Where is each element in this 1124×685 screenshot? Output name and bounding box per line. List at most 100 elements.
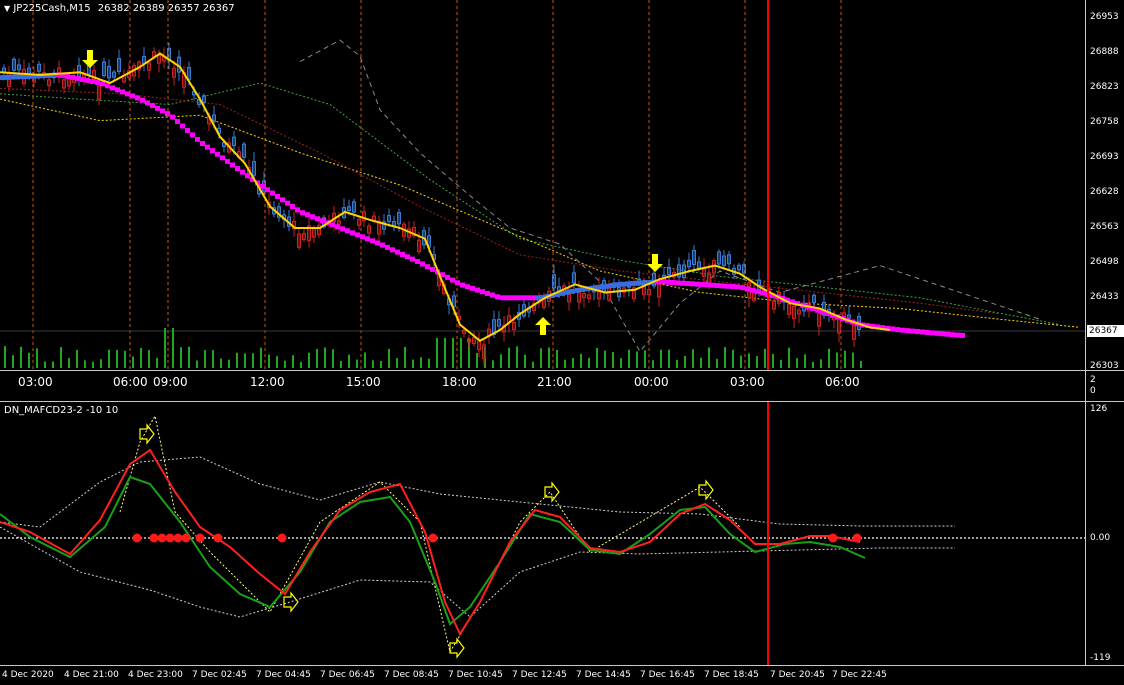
slow-ma-dot	[280, 197, 285, 203]
chart-title: ▼ JP225Cash,M15 26382 26389 26357 26367	[4, 3, 235, 14]
volume-bar	[820, 359, 822, 368]
volume-bar	[172, 328, 174, 368]
price-chart-canvas[interactable]	[0, 0, 1085, 370]
slow-ma-dot	[470, 285, 475, 291]
cross-dot	[165, 533, 175, 543]
volume-bar	[420, 357, 422, 368]
up-arrow-icon	[535, 317, 551, 335]
slow-ma-dot	[510, 295, 515, 301]
indicator-axis[interactable]: 126 0.00 -119	[1085, 402, 1124, 665]
slow-ma-dot	[200, 141, 205, 147]
volume-bar	[84, 360, 86, 368]
slow-ma-dot	[505, 295, 510, 301]
slow-ma-dot	[190, 132, 195, 138]
slow-ma-dot	[245, 173, 250, 179]
volume-bar	[204, 350, 206, 368]
volume-bar	[36, 348, 38, 368]
slow-ma-dot	[600, 284, 605, 290]
volume-bar	[660, 349, 662, 368]
volume-bar	[404, 346, 406, 368]
time-label: 18:00	[442, 375, 477, 389]
slow-ma-dot	[750, 287, 755, 293]
slow-ma-dot	[370, 238, 375, 244]
slow-ma-dot	[445, 274, 450, 280]
volume-bar	[844, 350, 846, 368]
down-arrow-icon	[82, 50, 98, 68]
volume-bar	[860, 360, 862, 368]
oscillator-signal-arrows	[139, 423, 714, 659]
price-axis[interactable]: 26953 26888 26823 26758 26693 26628 2656…	[1085, 0, 1124, 371]
volume-bar	[692, 349, 694, 368]
slow-ma-dot	[310, 214, 315, 220]
price-tick: 26498	[1090, 257, 1119, 267]
slow-ma-dot	[350, 230, 355, 236]
slow-ma-dot	[135, 95, 140, 101]
slow-ma-dot	[955, 332, 960, 338]
slow-ma-dot	[0, 75, 5, 81]
slow-ma-dot	[360, 234, 365, 240]
slow-ma-dot	[570, 288, 575, 294]
date-label: 7 Dec 08:45	[384, 670, 439, 680]
slow-ma-dot	[300, 210, 305, 216]
volume-bar	[732, 349, 734, 368]
date-label: 7 Dec 04:45	[256, 670, 311, 680]
volume-bar	[44, 361, 46, 368]
slow-ma-dot	[670, 280, 675, 286]
slow-ma-dot	[260, 183, 265, 189]
volume-bar	[708, 347, 710, 368]
date-label: 7 Dec 20:45	[770, 670, 825, 680]
oscillator-bands	[0, 414, 955, 654]
indicator-panel[interactable]: DN_MAFCD23-2 -10 10	[0, 402, 1085, 665]
volume-bar	[276, 356, 278, 368]
date-label: 7 Dec 22:45	[832, 670, 887, 680]
slow-ma-dot	[890, 326, 895, 332]
date-label: 4 Dec 2020	[2, 670, 54, 680]
slow-ma-dot	[640, 280, 645, 286]
time-label: 03:00	[18, 375, 53, 389]
time-label: 00:00	[634, 375, 669, 389]
volume-bar	[604, 350, 606, 368]
volume-bar	[212, 350, 214, 368]
collapse-triangle-icon[interactable]: ▼	[4, 4, 10, 13]
slow-ma-dot	[475, 287, 480, 293]
volume-bar	[116, 349, 118, 368]
slow-ma-dot	[215, 151, 220, 157]
slow-ma-dot	[525, 295, 530, 301]
slow-ma-dot	[565, 289, 570, 295]
indicator-canvas[interactable]	[0, 402, 1085, 665]
volume-bar	[580, 353, 582, 368]
cross-dot	[428, 533, 438, 543]
volume-bar	[460, 338, 462, 368]
slow-ma-dot	[460, 282, 465, 288]
volume-bar	[476, 353, 478, 368]
slow-ma-dot	[395, 249, 400, 255]
slow-ma-dot	[120, 89, 125, 95]
time-label: 09:00	[153, 375, 188, 389]
time-label: 06:00	[113, 375, 148, 389]
price-tick: 26823	[1090, 82, 1119, 92]
slow-moving-average	[0, 72, 965, 338]
volume-bar	[348, 354, 350, 368]
slow-ma-dot	[730, 284, 735, 290]
slow-ma-dot	[725, 283, 730, 289]
cross-dot	[213, 533, 223, 543]
date-label: 4 Dec 21:00	[64, 670, 119, 680]
volume-bar	[28, 352, 30, 368]
volume-bar	[572, 358, 574, 368]
date-label: 7 Dec 02:45	[192, 670, 247, 680]
slow-ma-dot	[415, 259, 420, 265]
slow-ma-dot	[500, 295, 505, 301]
slow-ma-dot	[480, 289, 485, 295]
slow-ma-dot	[605, 283, 610, 289]
price-chart-panel[interactable]: ▼ JP225Cash,M15 26382 26389 26357 26367	[0, 0, 1085, 370]
volume-bar	[156, 357, 158, 368]
volume-bar	[612, 351, 614, 368]
slow-ma-dot	[405, 254, 410, 260]
price-tick: 26888	[1090, 47, 1119, 57]
volume-bar	[300, 361, 302, 368]
volume-bar	[12, 355, 14, 368]
slow-ma-dot	[220, 155, 225, 161]
cross-dot	[181, 533, 191, 543]
slow-ma-dot	[620, 281, 625, 287]
mini-tick: 0	[1090, 386, 1096, 396]
